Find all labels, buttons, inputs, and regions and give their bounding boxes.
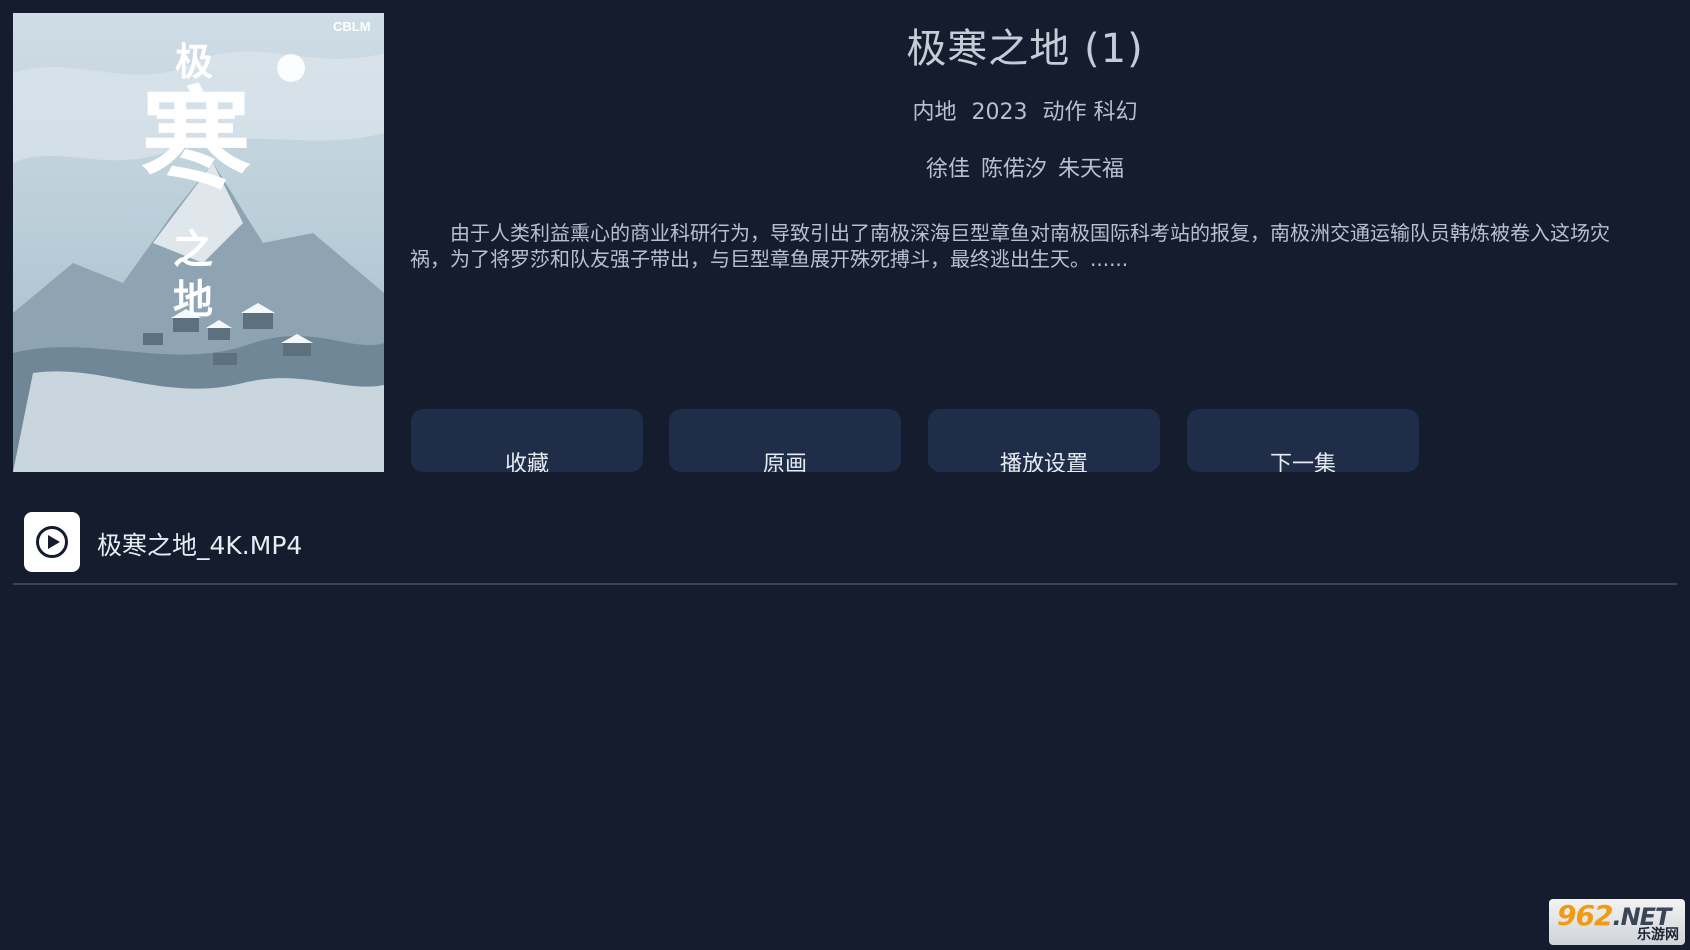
- play-settings-button-label: 播放设置: [999, 452, 1088, 472]
- movie-cast: 徐佳 陈偌汐 朱天福: [410, 151, 1640, 183]
- next-episode-button[interactable]: 下一集: [1187, 409, 1419, 472]
- favorite-button[interactable]: 收藏: [411, 409, 643, 472]
- watermark-text: 乐游网: [1637, 927, 1679, 943]
- poster-title-char: 寒: [141, 75, 251, 204]
- movie-description: 由于人类利益熏心的商业科研行为，导致引出了南极深海巨型章鱼对南极国际科考站的报复…: [410, 221, 1610, 271]
- movie-meta: 内地 2023 动作 科幻: [410, 94, 1640, 126]
- poster-image: 极 寒 之 地 CBLM: [13, 13, 384, 472]
- poster-logo: CBLM: [333, 19, 371, 34]
- episode-file-name: 极寒之地_4K.MP4: [97, 531, 303, 560]
- divider: [13, 583, 1677, 585]
- movie-genres: 动作 科幻: [1042, 100, 1138, 125]
- movie-region: 内地: [912, 100, 957, 125]
- play-settings-button[interactable]: 播放设置: [928, 409, 1160, 472]
- poster-title-char: 地: [173, 276, 213, 323]
- cast-member: 朱天福: [1058, 157, 1125, 182]
- movie-title: 极寒之地 (1): [906, 26, 1144, 72]
- movie-year: 2023: [971, 100, 1028, 125]
- episode-item[interactable]: 极寒之地_4K.MP4: [13, 506, 1677, 582]
- poster-title-char: 之: [173, 226, 213, 273]
- next-episode-button-label: 下一集: [1269, 452, 1336, 472]
- play-circle-icon: [24, 512, 80, 572]
- quality-button[interactable]: 原画: [669, 409, 901, 472]
- quality-button-label: 原画: [762, 452, 807, 472]
- site-watermark: 962.NET 乐游网: [1549, 899, 1685, 945]
- cast-member: 徐佳: [925, 157, 970, 182]
- cast-member: 陈偌汐: [980, 157, 1047, 182]
- favorite-button-label: 收藏: [504, 452, 549, 472]
- watermark-number: 962: [1557, 899, 1613, 932]
